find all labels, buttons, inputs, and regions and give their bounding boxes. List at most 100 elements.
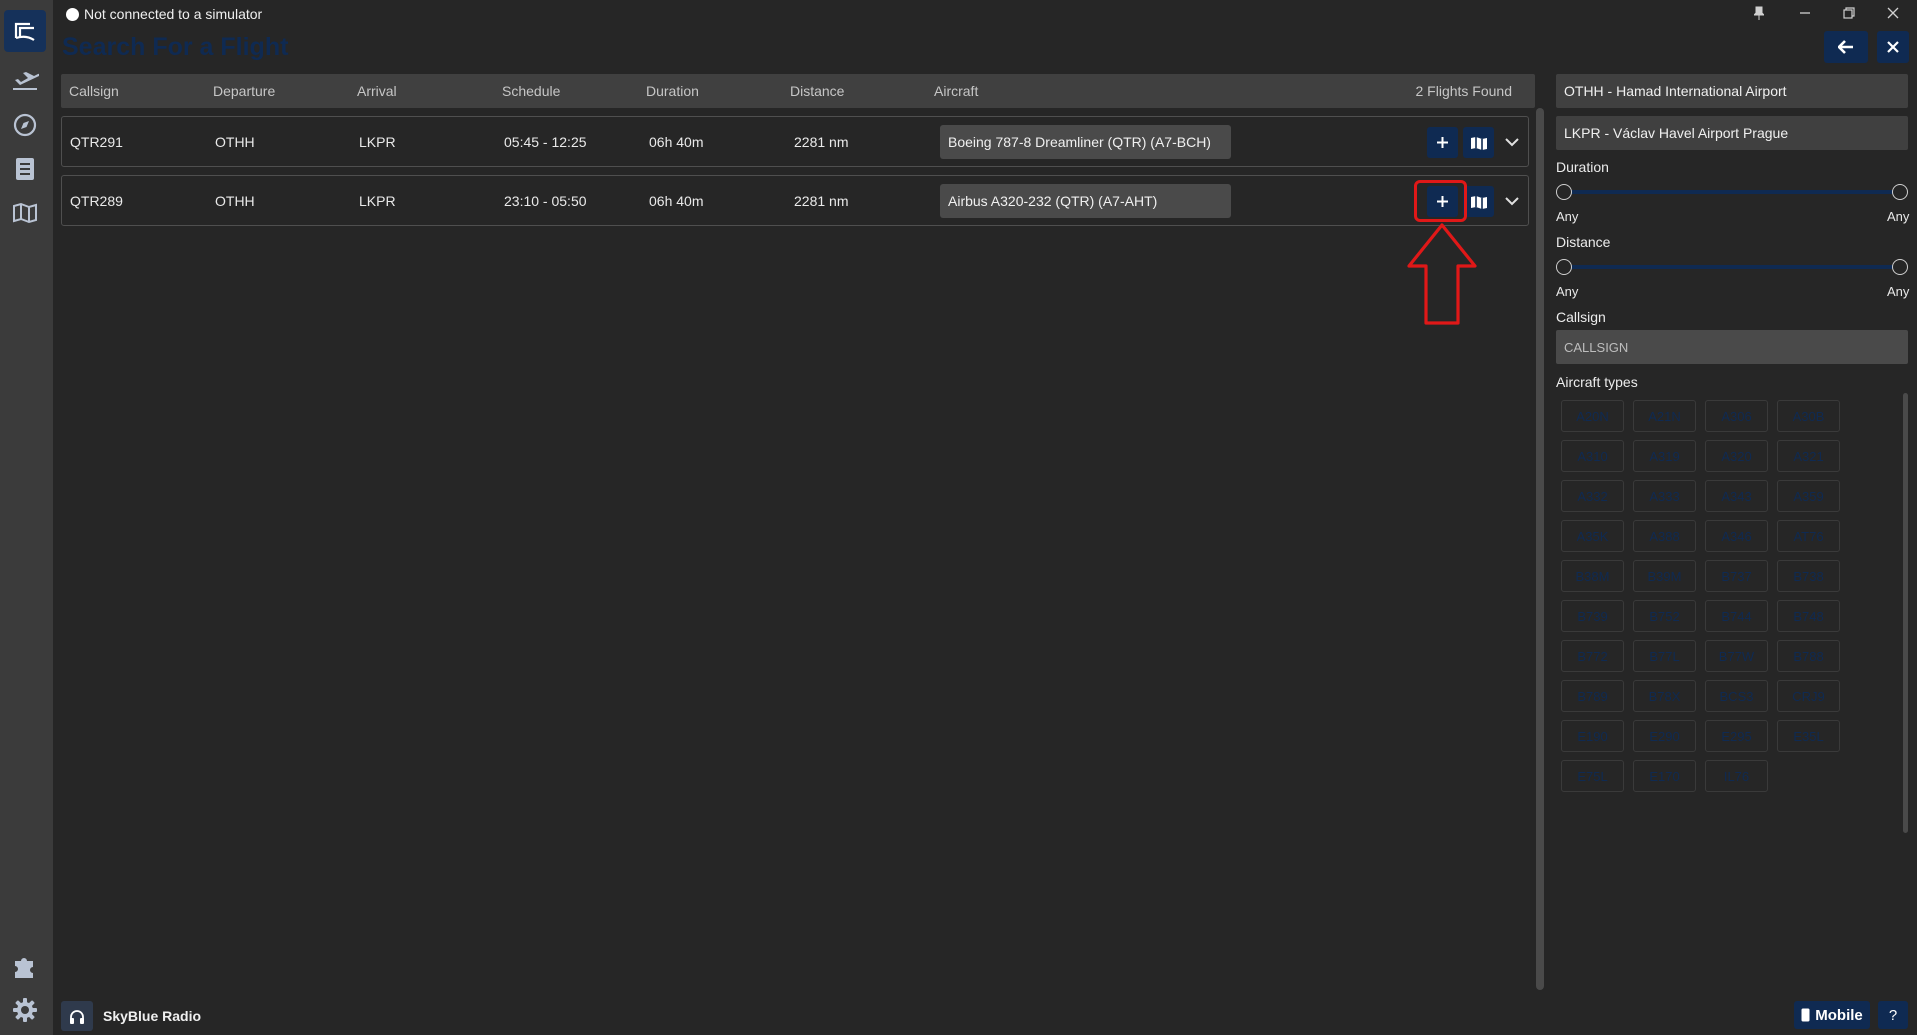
- aircraft-type-chip[interactable]: CRJ9: [1777, 680, 1840, 712]
- gear-icon[interactable]: [10, 995, 40, 1025]
- mobile-label: Mobile: [1815, 1006, 1863, 1024]
- close-icon: [1887, 41, 1899, 53]
- aircraft-type-chip[interactable]: BCS3: [1705, 680, 1768, 712]
- aircraft-type-chip[interactable]: A333: [1633, 480, 1696, 512]
- aircraft-type-chip[interactable]: E290: [1633, 720, 1696, 752]
- pin-icon[interactable]: [1739, 2, 1779, 24]
- departure-filter[interactable]: OTHH - Hamad International Airport: [1556, 74, 1908, 108]
- cell-schedule: 23:10 - 05:50: [504, 193, 587, 209]
- column-header-schedule[interactable]: Schedule: [502, 83, 560, 99]
- aircraft-type-chip[interactable]: A30B: [1777, 400, 1840, 432]
- aircraft-type-chip[interactable]: A306: [1705, 400, 1768, 432]
- map-icon[interactable]: [10, 198, 40, 228]
- compass-icon[interactable]: [10, 110, 40, 140]
- headphones-icon[interactable]: [61, 1001, 93, 1031]
- aircraft-type-chip[interactable]: A346: [1705, 520, 1768, 552]
- cell-departure: OTHH: [215, 134, 255, 150]
- logbook-icon[interactable]: [10, 154, 40, 184]
- distance-max-handle[interactable]: [1892, 259, 1908, 275]
- aircraft-type-chip[interactable]: E295: [1705, 720, 1768, 752]
- duration-label: Duration: [1556, 159, 1609, 175]
- aircraft-type-chip[interactable]: B38M: [1561, 560, 1624, 592]
- duration-slider-track[interactable]: [1563, 190, 1900, 194]
- aircraft-type-chip[interactable]: B738: [1777, 560, 1840, 592]
- aircraft-types-scrollbar[interactable]: [1903, 393, 1908, 833]
- close-button[interactable]: [1877, 31, 1909, 63]
- column-header-departure[interactable]: Departure: [213, 83, 275, 99]
- arrow-left-icon: [1838, 40, 1853, 54]
- view-map-button[interactable]: [1463, 127, 1494, 158]
- aircraft-type-chip[interactable]: B39M: [1633, 560, 1696, 592]
- aircraft-type-chip[interactable]: B752: [1633, 600, 1696, 632]
- column-header-aircraft[interactable]: Aircraft: [934, 83, 978, 99]
- aircraft-type-chip[interactable]: B77L: [1633, 640, 1696, 672]
- aircraft-type-chip[interactable]: B772: [1561, 640, 1624, 672]
- aircraft-type-chip[interactable]: A21N: [1633, 400, 1696, 432]
- aircraft-type-chip[interactable]: A332: [1561, 480, 1624, 512]
- puzzle-icon[interactable]: [10, 951, 40, 981]
- aircraft-type-chip[interactable]: A359: [1777, 480, 1840, 512]
- window-close-icon[interactable]: [1873, 2, 1913, 24]
- mobile-button[interactable]: Mobile: [1794, 1001, 1870, 1029]
- back-button[interactable]: [1824, 31, 1868, 63]
- aircraft-type-chip[interactable]: E35L: [1777, 720, 1840, 752]
- aircraft-select[interactable]: Airbus A320-232 (QTR) (A7-AHT): [940, 184, 1231, 218]
- aircraft-type-chip[interactable]: B744: [1705, 600, 1768, 632]
- aircraft-type-chip[interactable]: A320: [1705, 440, 1768, 472]
- aircraft-type-chip[interactable]: AT76: [1777, 520, 1840, 552]
- table-row[interactable]: QTR291 OTHH LKPR 05:45 - 12:25 06h 40m 2…: [61, 116, 1529, 167]
- column-header-distance[interactable]: Distance: [790, 83, 844, 99]
- aircraft-type-chip[interactable]: E75L: [1561, 760, 1624, 792]
- cell-schedule: 05:45 - 12:25: [504, 134, 587, 150]
- view-map-button[interactable]: [1463, 186, 1494, 217]
- arrival-filter[interactable]: LKPR - Václav Havel Airport Prague: [1556, 116, 1908, 150]
- aircraft-type-chip[interactable]: B789: [1561, 680, 1624, 712]
- add-flight-button[interactable]: [1427, 127, 1458, 158]
- column-header-callsign[interactable]: Callsign: [69, 83, 119, 99]
- aircraft-type-chip[interactable]: A20N: [1561, 400, 1624, 432]
- aircraft-type-chip[interactable]: B788: [1777, 640, 1840, 672]
- aircraft-type-chip[interactable]: A343: [1705, 480, 1768, 512]
- sidebar: [0, 0, 53, 1035]
- duration-max-handle[interactable]: [1892, 184, 1908, 200]
- restore-icon[interactable]: [1829, 2, 1869, 24]
- distance-min-handle[interactable]: [1556, 259, 1572, 275]
- aircraft-type-chip[interactable]: A388: [1633, 520, 1696, 552]
- aircraft-type-chip[interactable]: E190: [1561, 720, 1624, 752]
- radio-player[interactable]: SkyBlue Radio: [61, 1001, 201, 1031]
- results-scrollbar[interactable]: [1536, 108, 1544, 990]
- aircraft-type-chip[interactable]: B78X: [1633, 680, 1696, 712]
- aircraft-type-chip[interactable]: B77W: [1705, 640, 1768, 672]
- distance-max-value: Any: [1887, 284, 1910, 299]
- column-header-arrival[interactable]: Arrival: [357, 83, 397, 99]
- distance-slider-track[interactable]: [1563, 265, 1900, 269]
- flight-icon[interactable]: [10, 66, 40, 96]
- aircraft-select[interactable]: Boeing 787-8 Dreamliner (QTR) (A7-BCH): [940, 125, 1231, 159]
- duration-min-value: Any: [1556, 209, 1579, 224]
- expand-row-button[interactable]: [1500, 130, 1524, 154]
- expand-row-button[interactable]: [1500, 189, 1524, 213]
- callsign-input[interactable]: [1556, 330, 1908, 364]
- mobile-icon: [1801, 1008, 1810, 1022]
- cell-distance: 2281 nm: [794, 134, 849, 150]
- aircraft-type-chip[interactable]: B748: [1777, 600, 1840, 632]
- results-table-header: Callsign Departure Arrival Schedule Dura…: [61, 74, 1535, 108]
- aircraft-type-chip[interactable]: B739: [1561, 600, 1624, 632]
- aircraft-type-chip[interactable]: E170: [1633, 760, 1696, 792]
- help-button[interactable]: ?: [1878, 1001, 1908, 1029]
- minimize-icon[interactable]: [1785, 2, 1825, 24]
- cell-callsign: QTR291: [70, 134, 123, 150]
- aircraft-type-chip[interactable]: A35K: [1561, 520, 1624, 552]
- aircraft-type-chip[interactable]: A310: [1561, 440, 1624, 472]
- column-header-duration[interactable]: Duration: [646, 83, 699, 99]
- aircraft-type-chip[interactable]: A319: [1633, 440, 1696, 472]
- page-title: Search For a Flight: [62, 33, 289, 61]
- duration-min-handle[interactable]: [1556, 184, 1572, 200]
- aircraft-type-chip[interactable]: B737: [1705, 560, 1768, 592]
- aircraft-type-chip[interactable]: IL76: [1705, 760, 1768, 792]
- aircraft-type-chip[interactable]: A321: [1777, 440, 1840, 472]
- app-logo-icon[interactable]: [4, 10, 46, 52]
- table-row[interactable]: QTR289 OTHH LKPR 23:10 - 05:50 06h 40m 2…: [61, 175, 1529, 226]
- distance-label: Distance: [1556, 234, 1611, 250]
- cell-arrival: LKPR: [359, 134, 396, 150]
